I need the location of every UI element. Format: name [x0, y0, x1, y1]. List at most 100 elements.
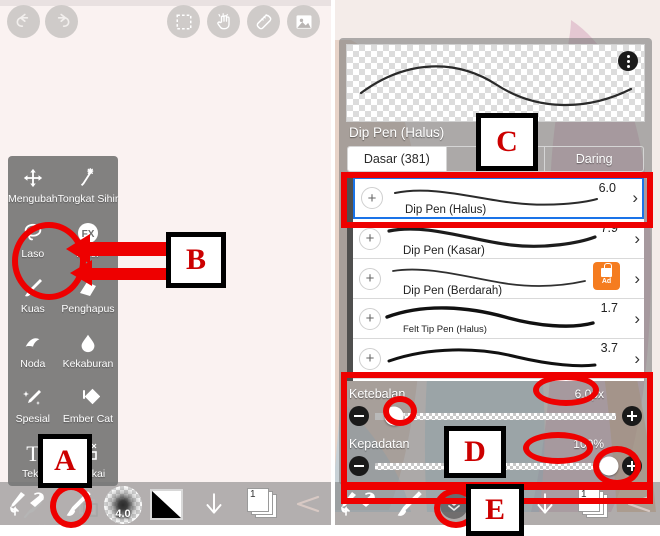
ad-lock-icon[interactable]: Ad [593, 262, 620, 290]
back-button[interactable] [619, 488, 657, 520]
thickness-slider-knob[interactable] [384, 406, 404, 426]
magic-wand-icon [77, 164, 99, 192]
add-brush-icon[interactable]: + [359, 227, 381, 250]
move-arrows-icon [22, 164, 44, 192]
tool-label: Mengubah [8, 193, 58, 205]
layers-button[interactable]: 1 [571, 486, 613, 522]
brush-preview-stroke [359, 65, 633, 107]
undo-button[interactable] [7, 5, 40, 38]
tool-tongkat-sihir[interactable]: Tongkat Sihir [58, 160, 118, 215]
pane-divider [331, 0, 335, 525]
fx-icon: FX [76, 219, 100, 247]
tool-label: Laso [21, 248, 45, 260]
thickness-label: Ketebalan [349, 387, 406, 401]
tool-mengubah[interactable]: Mengubah [8, 160, 58, 215]
tool-label: Penghapus [61, 303, 115, 315]
table-row[interactable]: + Dip Pen (Kasar) 7.9 › [353, 219, 644, 259]
brush-size-value: 7.9 [600, 221, 618, 235]
add-brush-icon[interactable]: + [359, 307, 381, 330]
chevron-right-icon[interactable]: › [632, 188, 638, 208]
brush-size-button[interactable]: 4.0 [104, 486, 142, 524]
collapse-panel-button[interactable] [435, 486, 473, 524]
density-label: Kepadatan [349, 437, 410, 451]
right-bottom-toolbar: 1 [331, 482, 660, 525]
table-row[interactable]: + Dip Pen (Berdarah) Ad › [353, 259, 644, 299]
layers-stack-icon: 1 [242, 487, 280, 521]
chevron-right-icon[interactable]: › [634, 349, 640, 369]
eraser-swap-button[interactable] [6, 488, 52, 520]
brush-name: Dip Pen (Berdarah) [403, 285, 503, 297]
tool-menu-panel[interactable]: Mengubah Tongkat Sihir Laso FX Filter Ku… [8, 156, 119, 525]
density-slider-knob[interactable] [599, 456, 619, 476]
hand-button[interactable] [207, 5, 240, 38]
brush-size-preview: 4.0 [104, 486, 142, 524]
brush-tool-button[interactable] [56, 486, 100, 522]
density-decrease-button[interactable] [349, 456, 369, 476]
density-header: Kepadatan 100% [349, 435, 642, 453]
tool-label: Noda [20, 358, 46, 370]
arrow-left-icon [296, 495, 320, 513]
table-row[interactable]: + Felt Tip Pen (Halus) 1.7 › [353, 299, 644, 339]
tool-label: Kuas [20, 303, 45, 315]
table-row[interactable]: + 3.7 › [353, 339, 644, 379]
brush-tool-button[interactable] [387, 486, 431, 522]
brush-icon [66, 491, 91, 516]
tool-kekaburan[interactable]: Kekaburan [58, 325, 119, 380]
arrow-left-icon [627, 495, 651, 513]
chevron-right-icon[interactable]: › [634, 269, 640, 289]
tab-daring[interactable]: Daring [545, 147, 643, 171]
tool-noda[interactable]: Noda [8, 325, 58, 380]
image-button[interactable] [287, 5, 320, 38]
double-chevron-down-icon [440, 491, 468, 519]
ruler-button[interactable] [247, 5, 280, 38]
image-icon [296, 14, 311, 29]
brush-icon [21, 274, 45, 302]
density-slider-track[interactable] [375, 456, 619, 476]
brush-size-value: 3.7 [600, 341, 618, 355]
brush-size-value: 1.7 [600, 301, 618, 315]
svg-text:T: T [26, 441, 40, 465]
brush-size-value: 4.0 [115, 508, 131, 520]
tool-label: Bingkai [70, 468, 106, 480]
back-button[interactable] [288, 488, 326, 520]
density-increase-button[interactable] [622, 456, 642, 476]
brush-preview[interactable] [346, 44, 645, 122]
tool-spesial[interactable]: Spesial [8, 380, 58, 435]
dashed-rectangle-icon [176, 14, 191, 29]
tool-filter[interactable]: FX Filter [58, 215, 119, 270]
chevron-right-icon[interactable]: › [634, 229, 640, 249]
download-button[interactable] [196, 488, 232, 520]
selection-button[interactable] [167, 5, 200, 38]
redo-icon [57, 13, 69, 27]
top-toolbar [0, 0, 331, 42]
eraser-swap-button[interactable] [337, 488, 383, 520]
add-brush-icon[interactable]: + [359, 347, 381, 370]
color-swatch [150, 489, 183, 520]
table-row[interactable]: + Dip Pen (Halus) 6.0 › [353, 177, 644, 219]
tool-label: Kekaburan [62, 358, 114, 370]
download-button[interactable] [527, 488, 563, 520]
tool-ember-cat[interactable]: Ember Cat [58, 380, 119, 435]
thickness-slider-track[interactable] [375, 406, 616, 426]
tool-laso[interactable]: Laso [8, 215, 58, 270]
add-brush-icon[interactable]: + [361, 187, 383, 209]
thickness-decrease-button[interactable] [349, 406, 369, 426]
layers-button[interactable]: 1 [240, 486, 282, 522]
special-sparkle-icon [21, 384, 45, 412]
brush-sliders: Ketebalan 6.0px Kepadatan 100% [339, 381, 652, 485]
svg-text:FX: FX [82, 229, 95, 240]
thickness-increase-button[interactable] [622, 406, 642, 426]
tool-label: Spesial [15, 413, 51, 425]
tab-hidden[interactable] [447, 147, 546, 171]
color-swatch-button[interactable] [150, 489, 183, 520]
tab-dasar[interactable]: Dasar (381) [348, 147, 447, 171]
redo-button[interactable] [45, 5, 78, 38]
tool-kuas[interactable]: Kuas [8, 270, 58, 325]
paint-bucket-icon [76, 384, 100, 412]
chevron-right-icon[interactable]: › [634, 309, 640, 329]
brush-list[interactable]: + Dip Pen (Halus) 6.0 › + Dip Pen (Kasar… [353, 177, 644, 381]
tool-penghapus[interactable]: Penghapus [58, 270, 119, 325]
more-options-button[interactable] [618, 51, 638, 71]
frame-icon [76, 439, 100, 467]
add-brush-icon[interactable]: + [359, 267, 381, 290]
